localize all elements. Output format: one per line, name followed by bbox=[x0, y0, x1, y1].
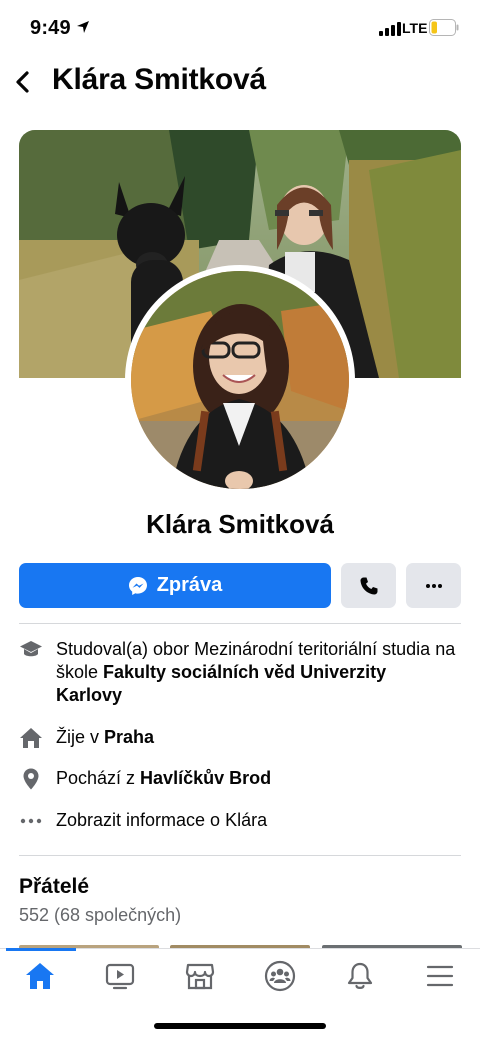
from-city[interactable]: Havlíčkův Brod bbox=[140, 768, 271, 788]
graduation-cap-icon bbox=[20, 641, 42, 657]
call-button[interactable] bbox=[341, 563, 396, 608]
tab-marketplace[interactable] bbox=[180, 959, 220, 993]
friends-title: Přátelé bbox=[19, 875, 90, 898]
chevron-left-icon[interactable] bbox=[12, 68, 34, 96]
more-dots-icon bbox=[425, 583, 442, 588]
profile-picture[interactable] bbox=[125, 265, 355, 495]
from-prefix: Pochází z bbox=[56, 768, 141, 788]
divider bbox=[19, 855, 461, 856]
tab-watch[interactable] bbox=[100, 959, 140, 993]
tab-menu[interactable] bbox=[420, 959, 460, 993]
more-button[interactable] bbox=[406, 563, 461, 608]
friends-count[interactable]: 552 (68 společných) bbox=[19, 905, 181, 926]
tab-groups[interactable] bbox=[260, 959, 300, 993]
status-bar: 9:49 LTE bbox=[0, 0, 480, 56]
signal-strength-icon bbox=[379, 22, 401, 36]
education-school[interactable]: Fakulty sociálních věd Univerzity Karlov… bbox=[56, 662, 386, 705]
lives-city[interactable]: Praha bbox=[104, 727, 154, 747]
active-tab-indicator bbox=[6, 948, 76, 951]
video-icon bbox=[105, 963, 135, 990]
home-icon bbox=[20, 728, 42, 748]
groups-icon bbox=[264, 960, 296, 992]
profile-name: Klára Smitková bbox=[146, 509, 334, 539]
bell-icon bbox=[347, 962, 373, 989]
location-arrow-icon bbox=[77, 21, 89, 33]
more-dots-icon bbox=[20, 818, 42, 824]
tab-notifications[interactable] bbox=[340, 959, 380, 993]
shop-icon bbox=[185, 963, 215, 990]
home-icon bbox=[26, 963, 54, 989]
lives-prefix: Žije v bbox=[56, 727, 105, 747]
network-type: LTE bbox=[402, 20, 428, 36]
divider bbox=[19, 623, 461, 624]
message-button-label: Zpráva bbox=[156, 574, 223, 596]
show-info-link[interactable]: Zobrazit informace o Klára bbox=[56, 809, 456, 832]
location-pin-icon bbox=[23, 768, 39, 790]
message-button[interactable]: Zpráva bbox=[19, 563, 331, 608]
phone-icon bbox=[360, 577, 377, 594]
tab-home[interactable] bbox=[20, 959, 60, 993]
page-title: Klára Smitková bbox=[52, 63, 266, 96]
home-indicator bbox=[154, 1023, 326, 1029]
status-time: 9:49 bbox=[30, 17, 71, 39]
battery-icon bbox=[429, 19, 459, 36]
menu-icon bbox=[426, 965, 454, 987]
messenger-icon bbox=[128, 576, 147, 595]
